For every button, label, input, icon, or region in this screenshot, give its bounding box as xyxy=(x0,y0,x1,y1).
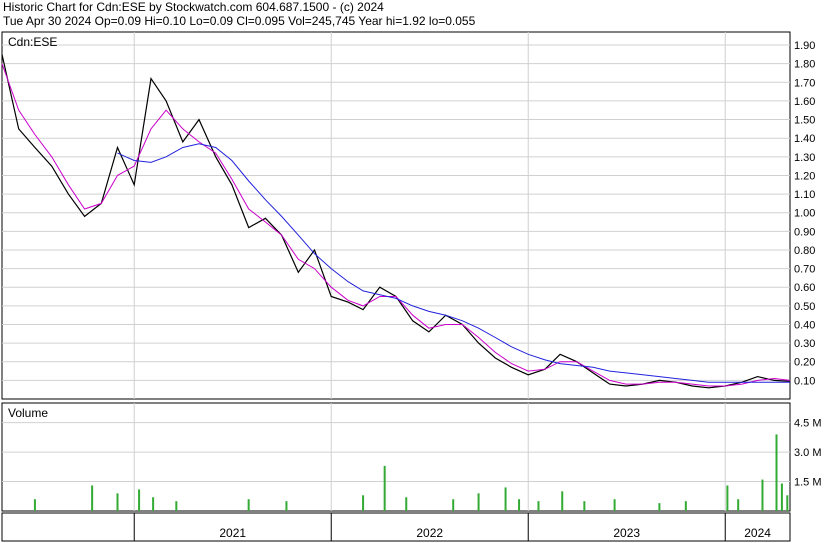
date-axis: 2021 2022 2023 2024 xyxy=(133,513,771,541)
volume-bar xyxy=(452,499,455,511)
volume-bar xyxy=(726,485,729,511)
price-panel-frame xyxy=(1,31,791,400)
price-tick-label: 1.40 xyxy=(794,133,815,145)
price-tick-label: 1.00 xyxy=(794,208,815,220)
price-tick-label: 1.70 xyxy=(794,77,815,89)
volume-bar xyxy=(684,501,687,511)
price-tick-label: 1.50 xyxy=(794,115,815,127)
volume-bar xyxy=(583,501,586,511)
volume-bar xyxy=(537,501,540,511)
price-tick-label: 0.90 xyxy=(794,226,815,238)
volume-bar xyxy=(737,499,740,511)
volume-bar xyxy=(761,479,764,511)
volume-bar xyxy=(405,497,408,511)
volume-bar xyxy=(285,501,288,511)
price-tick-label: 0.10 xyxy=(794,375,815,387)
price-tick-label: 0.40 xyxy=(794,319,815,331)
volume-panel-label: Volume xyxy=(8,406,48,420)
volume-bar xyxy=(175,501,178,511)
price-tick-label: 0.70 xyxy=(794,264,815,276)
year-label: 2022 xyxy=(416,526,443,540)
price-panel-label: Cdn:ESE xyxy=(8,35,57,49)
price-series-line xyxy=(1,54,791,389)
volume-bar xyxy=(561,491,564,511)
price-tick-label: 0.50 xyxy=(794,301,815,313)
volume-bar xyxy=(91,485,94,511)
volume-bar xyxy=(775,434,778,511)
volume-tick-label: 3.0 M xyxy=(794,447,822,459)
year-label: 2023 xyxy=(613,526,640,540)
volume-bar xyxy=(518,499,521,511)
price-series-line xyxy=(117,143,790,383)
volume-panel-frame xyxy=(1,402,791,512)
volume-bar xyxy=(247,499,250,511)
volume-grid xyxy=(2,403,790,511)
volume-bar xyxy=(658,503,661,511)
volume-axis: 1.5 M 3.0 M 4.5 M xyxy=(794,418,822,489)
volume-bar xyxy=(383,465,386,511)
price-tick-label: 0.80 xyxy=(794,245,815,257)
volume-bar xyxy=(786,495,789,511)
price-tick-label: 1.90 xyxy=(794,40,815,52)
volume-bar xyxy=(780,483,783,511)
volume-tick-label: 1.5 M xyxy=(794,477,822,489)
volume-bar xyxy=(138,489,141,511)
year-label: 2024 xyxy=(744,526,771,540)
volume-bar xyxy=(152,497,155,511)
price-series-line xyxy=(1,63,791,387)
volume-bar xyxy=(362,495,365,511)
price-tick-label: 0.30 xyxy=(794,338,815,350)
price-tick-label: 0.20 xyxy=(794,357,815,369)
price-series-group xyxy=(1,54,791,389)
price-tick-label: 1.20 xyxy=(794,170,815,182)
price-tick-label: 1.60 xyxy=(794,96,815,108)
volume-bar xyxy=(613,499,616,511)
volume-bar xyxy=(116,493,119,511)
price-grid xyxy=(2,32,790,399)
price-tick-label: 1.80 xyxy=(794,59,815,71)
price-tick-label: 0.60 xyxy=(794,282,815,294)
volume-bar xyxy=(33,499,36,511)
volume-bar xyxy=(477,493,480,511)
volume-tick-label: 4.5 M xyxy=(794,418,822,430)
volume-bar xyxy=(504,487,507,511)
price-tick-label: 1.10 xyxy=(794,189,815,201)
price-tick-label: 1.30 xyxy=(794,152,815,164)
historic-chart: 0.10 0.20 0.30 0.40 0.50 0.60 0.70 0.80 0.90 1.00… xyxy=(1,31,822,542)
price-axis: 0.10 0.20 0.30 0.40 0.50 0.60 0.70 0.80 0.90 1.00… xyxy=(794,40,815,387)
volume-bars-group xyxy=(33,434,789,511)
year-label: 2021 xyxy=(219,526,246,540)
date-axis-frame xyxy=(1,512,791,542)
